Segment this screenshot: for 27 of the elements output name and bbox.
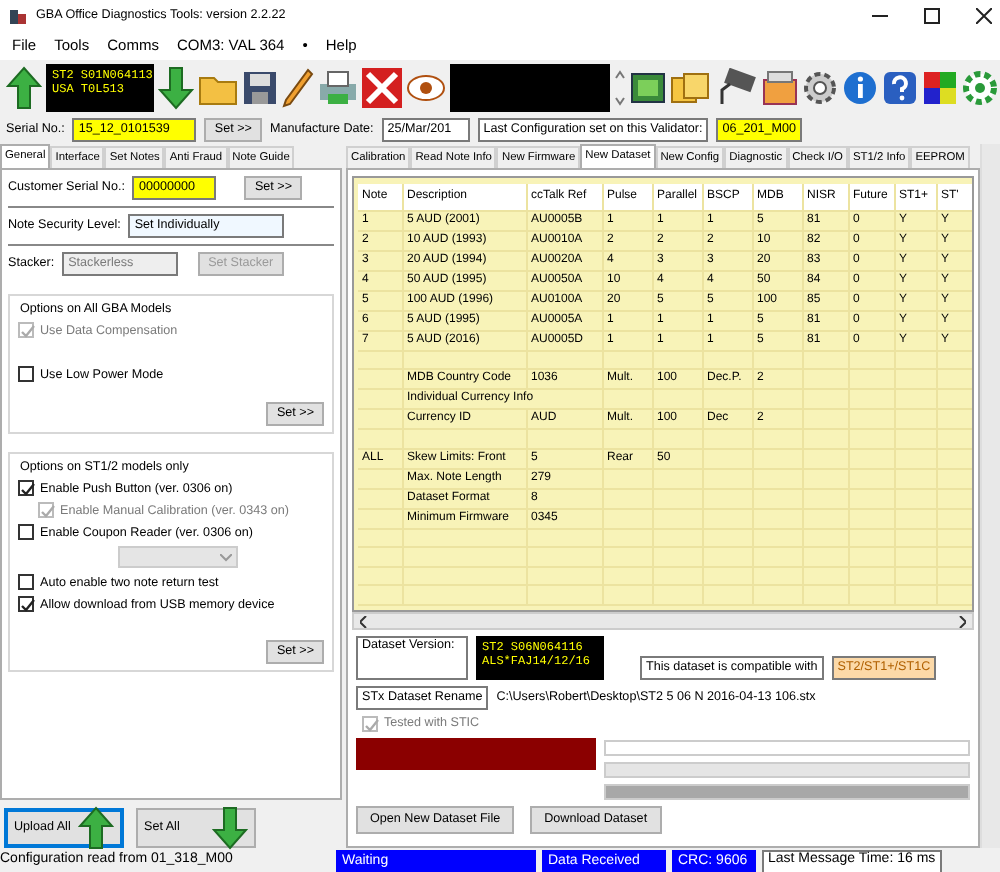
pencil-icon[interactable] bbox=[282, 67, 314, 107]
arrow-up-icon bbox=[78, 806, 114, 850]
monitor-icon[interactable] bbox=[630, 71, 666, 103]
vertical-scrollbar[interactable] bbox=[980, 144, 1000, 848]
checkbox[interactable] bbox=[18, 524, 34, 541]
gear-icon[interactable] bbox=[802, 69, 838, 105]
arrow-down-icon[interactable] bbox=[158, 65, 194, 109]
checkbox[interactable] bbox=[18, 574, 34, 591]
close-icon[interactable] bbox=[976, 8, 992, 24]
scroll-right-icon[interactable] bbox=[958, 615, 966, 627]
grid-icon[interactable] bbox=[922, 69, 958, 105]
arrow-down-icon bbox=[212, 806, 248, 850]
arrow-up-icon[interactable] bbox=[6, 65, 42, 109]
scroll-left-icon[interactable] bbox=[360, 615, 368, 627]
floppy-icon[interactable] bbox=[242, 69, 278, 105]
horizontal-scrollbar[interactable] bbox=[352, 612, 974, 630]
scroll-arrows-icon[interactable] bbox=[614, 67, 626, 107]
checkbox[interactable] bbox=[18, 596, 34, 613]
checkbox[interactable] bbox=[18, 366, 34, 383]
checkbox[interactable] bbox=[18, 480, 34, 497]
cards-icon[interactable] bbox=[670, 71, 710, 103]
eye-icon[interactable] bbox=[406, 73, 446, 101]
gear-icon[interactable] bbox=[962, 69, 998, 105]
info-icon[interactable] bbox=[842, 69, 878, 105]
maximize-icon[interactable] bbox=[924, 8, 940, 24]
app-icon bbox=[8, 6, 28, 26]
help-icon[interactable] bbox=[882, 69, 918, 105]
